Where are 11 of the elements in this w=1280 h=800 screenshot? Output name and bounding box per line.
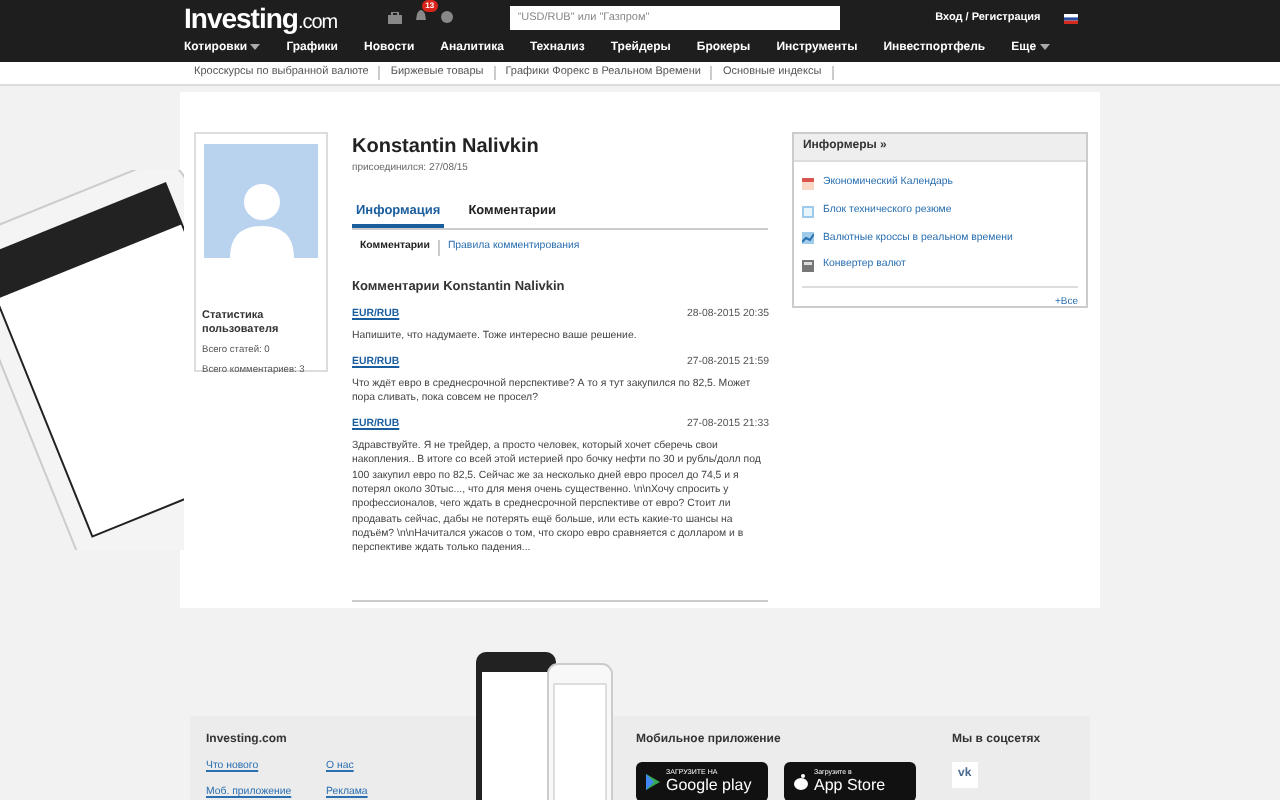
person-silhouette-icon — [225, 178, 297, 258]
profile-name: Konstantin Nalivkin — [352, 134, 541, 162]
calendar-icon — [802, 177, 815, 190]
table-icon — [802, 205, 815, 218]
logo[interactable]: Investing.com — [184, 3, 338, 33]
chart-icon — [802, 232, 815, 245]
play-icon — [646, 774, 660, 790]
flag-icon — [1064, 13, 1079, 23]
bell-icon[interactable] — [413, 8, 428, 23]
calculator-icon — [802, 260, 815, 273]
briefcase-icon[interactable] — [387, 11, 402, 24]
